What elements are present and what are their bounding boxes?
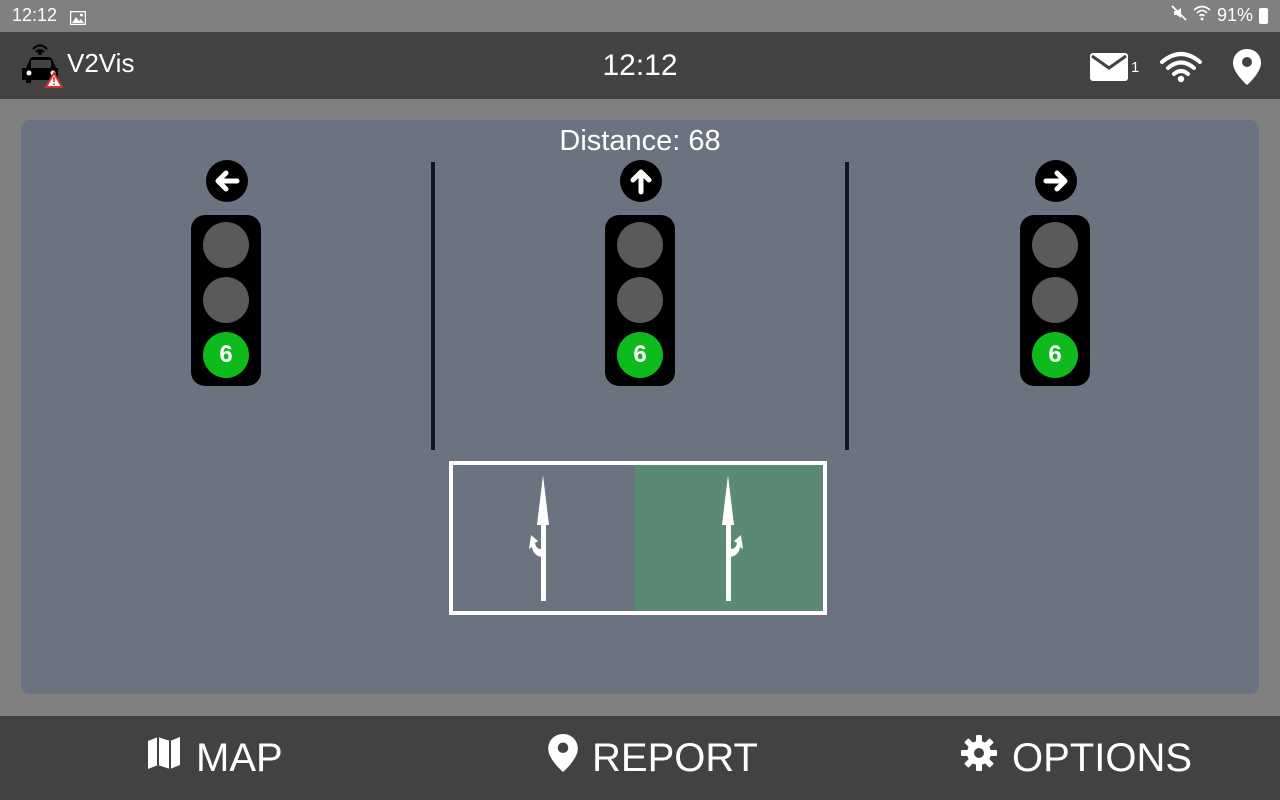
status-icons: 91% bbox=[1171, 5, 1268, 26]
battery-percent: 91% bbox=[1216, 5, 1253, 25]
lane-divider bbox=[431, 162, 435, 450]
app-title: V2Vis bbox=[67, 48, 135, 78]
amber-lamp bbox=[203, 277, 249, 323]
up-arrow-icon bbox=[620, 160, 662, 202]
content-area: Distance: 68 6 6 6 bbox=[0, 99, 1280, 716]
intersection-panel: Distance: 68 6 6 6 bbox=[21, 120, 1259, 694]
report-button[interactable]: REPORT bbox=[548, 716, 758, 800]
straight-right-lane-arrow-icon bbox=[722, 475, 743, 601]
green-lamp-countdown: 6 bbox=[203, 332, 249, 378]
red-lamp bbox=[203, 222, 249, 268]
battery-icon bbox=[1259, 7, 1268, 24]
straight-left-lane-arrow-icon bbox=[529, 475, 549, 601]
amber-lamp bbox=[1032, 277, 1078, 323]
report-label: REPORT bbox=[592, 735, 758, 780]
status-time: 12:12 bbox=[12, 5, 58, 25]
options-button[interactable]: OPTIONS bbox=[960, 716, 1192, 800]
app-bar: V2Vis 12:12 1 bbox=[0, 32, 1280, 99]
gear-icon bbox=[960, 734, 998, 782]
green-lamp-countdown: 6 bbox=[1032, 332, 1078, 378]
wifi-icon bbox=[1160, 51, 1202, 88]
v2vis-car-logo-icon bbox=[20, 42, 64, 93]
location-pin-icon[interactable] bbox=[1233, 49, 1261, 90]
image-notification-icon bbox=[69, 9, 87, 30]
left-arrow-icon bbox=[206, 160, 248, 202]
traffic-light: 6 bbox=[605, 215, 675, 386]
wifi-status-icon bbox=[1193, 5, 1211, 26]
lane-divider bbox=[845, 162, 849, 450]
red-lamp bbox=[617, 222, 663, 268]
map-label: MAP bbox=[196, 735, 283, 780]
green-lamp-countdown: 6 bbox=[617, 332, 663, 378]
lane-left bbox=[449, 461, 639, 615]
options-label: OPTIONS bbox=[1012, 735, 1193, 780]
map-button[interactable]: MAP bbox=[146, 716, 283, 800]
bottom-nav: MAP REPORT OPTIONS bbox=[0, 716, 1280, 800]
traffic-light: 6 bbox=[191, 215, 261, 386]
traffic-light: 6 bbox=[1020, 215, 1090, 386]
status-bar: 12:12 91% bbox=[0, 0, 1280, 32]
mail-icon[interactable] bbox=[1090, 53, 1128, 86]
mail-count-badge: 1 bbox=[1131, 59, 1140, 76]
right-arrow-icon bbox=[1035, 160, 1077, 202]
map-icon bbox=[146, 735, 182, 781]
location-pin-icon bbox=[548, 734, 578, 782]
app-clock: 12:12 bbox=[602, 49, 678, 82]
distance-label: Distance: 68 bbox=[559, 125, 721, 157]
mute-icon bbox=[1171, 5, 1187, 26]
lane-right-highlighted bbox=[635, 461, 827, 615]
amber-lamp bbox=[617, 277, 663, 323]
red-lamp bbox=[1032, 222, 1078, 268]
